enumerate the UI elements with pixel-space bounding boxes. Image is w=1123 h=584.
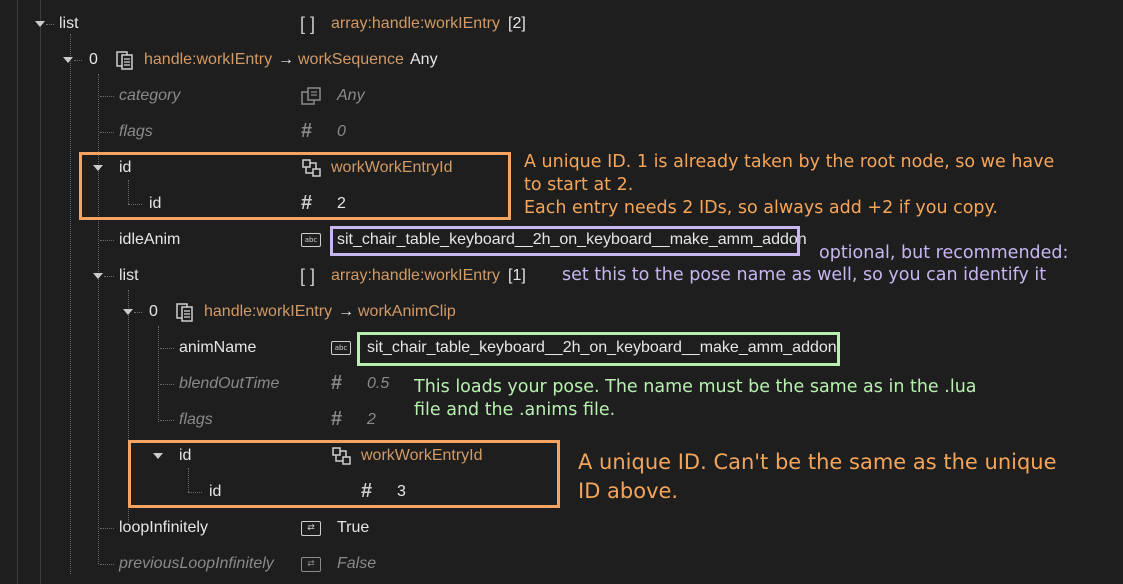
handle-icon [176,303,193,322]
node-key-list[interactable]: list [119,266,139,286]
tree-guide-line [17,0,18,584]
entry-index[interactable]: 0 [89,50,98,70]
node-value-flags: 0 [337,123,346,140]
node-value-loopInfinitely[interactable]: True [337,518,369,538]
highlight-box-idleAnim [330,226,800,256]
annotation-line: to start at 2. [524,175,634,195]
tree-connector [134,312,142,313]
node-key-flags[interactable]: flags [179,410,213,430]
node-key-previousLoopInfinitely[interactable]: previousLoopInfinitely [119,554,274,574]
tree-connector [100,96,114,97]
boolean-icon: ⇄ [301,557,321,572]
node-key-flags[interactable]: flags [119,122,153,142]
number-icon: # [331,372,343,394]
expand-chevron-icon[interactable] [93,273,103,279]
node-type: array:handle:workIEntry [331,15,500,32]
annotation-idleAnim-line2: set this to the pose name as well, so yo… [562,265,1047,285]
tree-connector [160,348,174,349]
node-value-previousLoopInfinitely: False [337,555,377,572]
annotation-id: A unique ID. 1 is already taken by the r… [524,151,1054,220]
tree-connector [70,34,71,574]
tree-connector [98,74,99,564]
handle-arrow: → [278,51,294,68]
node-key-animName[interactable]: animName [179,338,256,358]
tree-connector [100,528,114,529]
handle-type: handle:workIEntry [144,51,273,68]
enum-icon [301,87,321,105]
tree-connector [100,132,114,133]
string-icon: abc [301,233,321,247]
handle-arrow: → [338,303,354,320]
handle-type: handle:workIEntry [204,303,333,320]
node-key-loopInfinitely[interactable]: loopInfinitely [119,518,208,538]
annotation-line: ID above. [578,479,679,503]
boolean-icon: ⇄ [301,521,321,536]
node-key-category[interactable]: category [119,86,180,106]
tree-connector [104,276,114,277]
node-key-blendOutTime[interactable]: blendOutTime [179,374,279,394]
handle-class: workSequence [298,51,404,68]
tree-guide-line [40,0,41,584]
tree-connector [100,564,114,565]
tree-connector [100,240,114,241]
node-count: [1] [508,267,526,284]
highlight-box-id [79,152,511,220]
node-value-category: Any [337,87,365,104]
tree-connector [46,24,54,25]
highlight-box-id-nested [128,440,560,508]
annotation-line: A unique ID. Can't be the same as the un… [578,450,1057,474]
tree-connector [158,326,159,422]
tree-connector [160,420,174,421]
annotation-animName: This loads your pose. The name must be t… [414,376,977,422]
annotation-line: file and the .anims file. [414,400,616,420]
annotation-idleAnim-line1: optional, but recommended: [819,243,1069,263]
expand-chevron-icon[interactable] [123,309,133,315]
annotation-line: This loads your pose. The name must be t… [414,377,977,397]
node-value-flags: 2 [367,411,376,428]
number-icon: # [301,120,313,142]
node-type: array:handle:workIEntry [331,267,500,284]
tree-connector [160,384,174,385]
annotation-line: Each entry needs 2 IDs, so always add +2… [524,198,998,218]
expand-chevron-icon[interactable] [63,57,73,63]
node-key-list[interactable]: list [59,14,79,34]
tree-connector [74,60,82,61]
highlight-box-animName [357,332,840,366]
annotation-id-nested: A unique ID. Can't be the same as the un… [578,448,1057,506]
expand-chevron-icon[interactable] [35,21,45,27]
handle-class-value: Any [410,51,438,68]
annotation-line: A unique ID. 1 is already taken by the r… [524,152,1055,172]
node-value-blendOutTime: 0.5 [367,375,390,392]
handle-class: workAnimClip [358,303,456,320]
array-bracket-icon: [ ] [300,266,316,286]
node-count: [2] [508,15,526,32]
array-bracket-icon: [ ] [300,14,316,34]
handle-icon [116,51,133,70]
entry-index[interactable]: 0 [149,302,158,322]
string-icon: abc [331,341,351,355]
node-key-idleAnim[interactable]: idleAnim [119,230,180,250]
number-icon: # [331,408,343,430]
